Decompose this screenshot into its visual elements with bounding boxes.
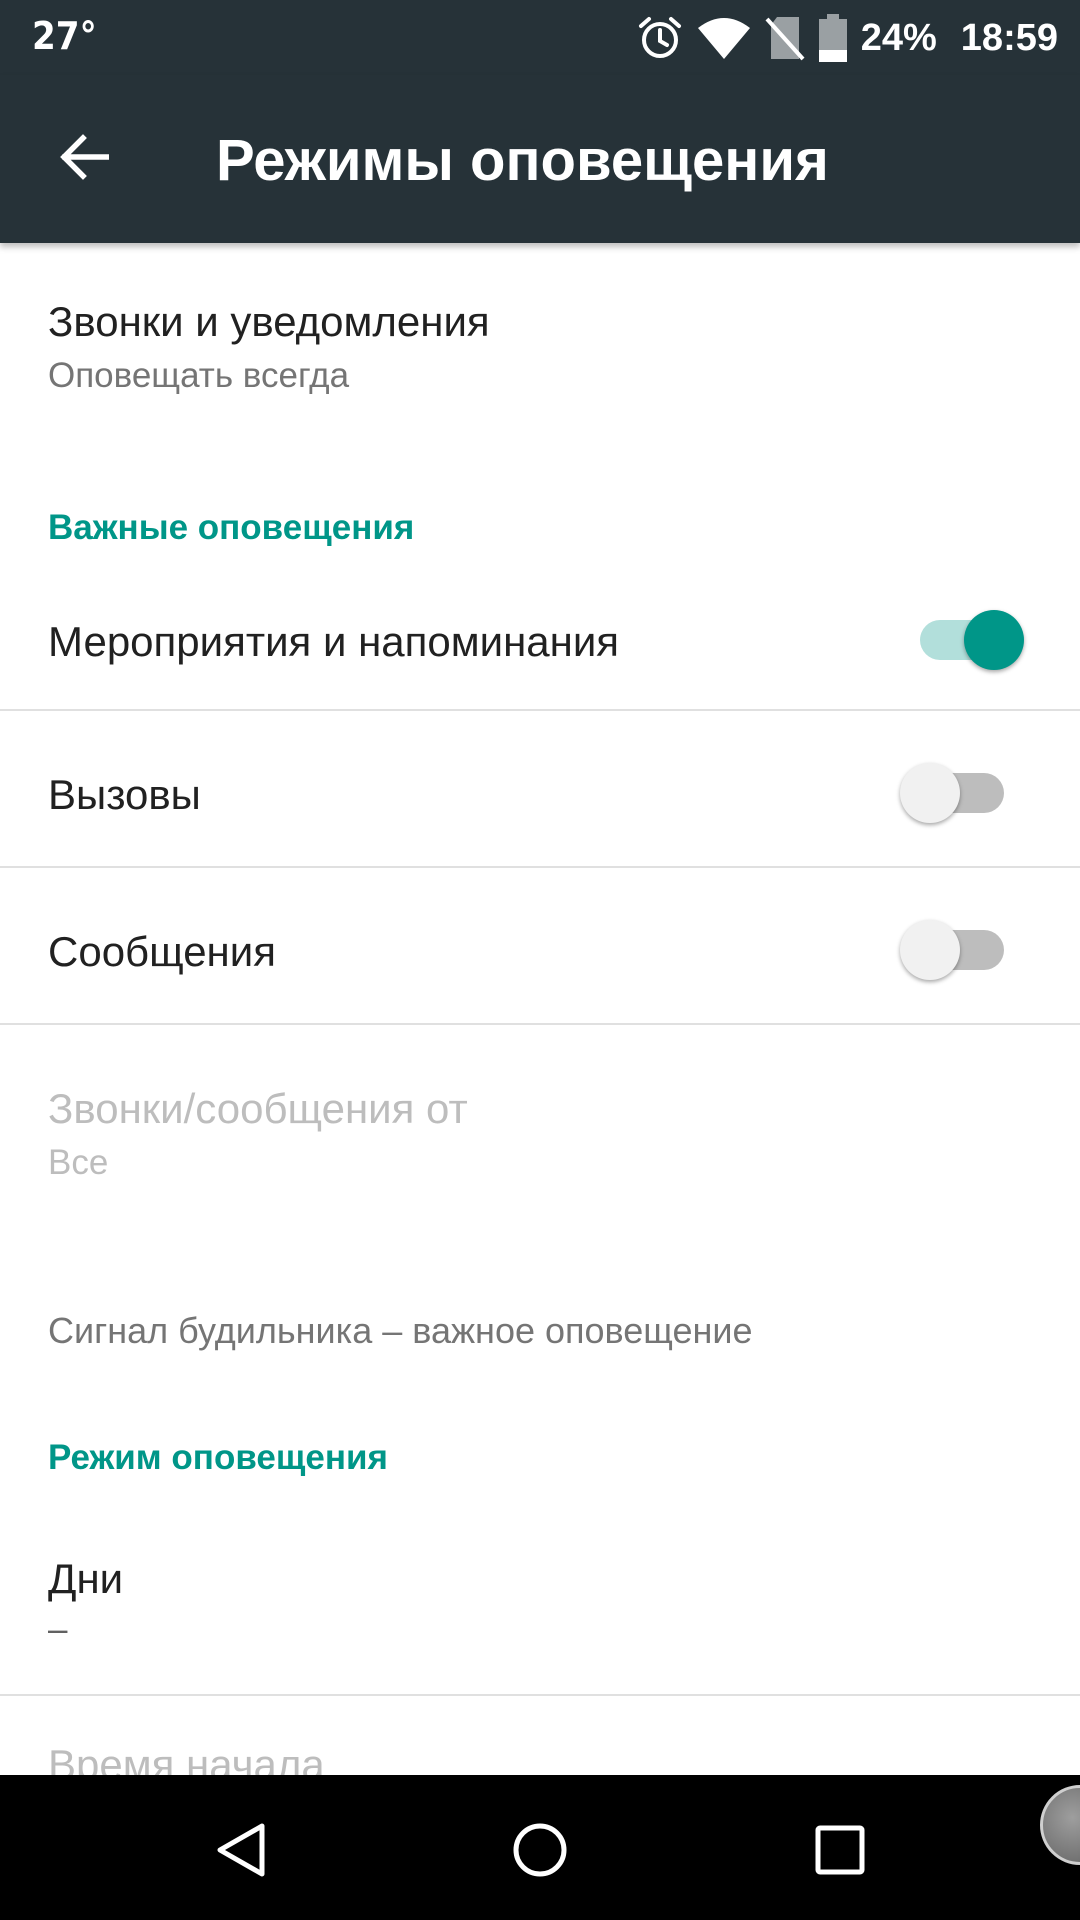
navigation-bar <box>0 1775 1080 1920</box>
days-item[interactable]: Дни – <box>0 1498 1080 1698</box>
arrow-left-icon <box>60 134 109 180</box>
status-icons: 24% 18:59 <box>637 8 1058 68</box>
clock: 18:59 <box>960 16 1058 59</box>
messages-switch[interactable] <box>900 918 1004 980</box>
start-time-title: Время начала <box>48 1741 325 1775</box>
battery-icon <box>818 14 847 62</box>
messages-item[interactable]: Сообщения <box>0 868 1080 1024</box>
nav-recents-button[interactable] <box>805 1815 875 1885</box>
calls-messages-from-item: Звонки/сообщения от Все <box>0 1025 1080 1215</box>
events-reminders-switch[interactable] <box>920 608 1024 670</box>
app-bar: Режимы оповещения <box>0 75 1080 243</box>
back-button[interactable] <box>52 125 116 189</box>
days-title: Дни <box>48 1555 124 1602</box>
messages-title: Сообщения <box>48 928 276 975</box>
events-reminders-title: Мероприятия и напоминания <box>48 618 620 665</box>
nav-home-button[interactable] <box>505 1815 575 1885</box>
calls-notifications-title: Звонки и уведомления <box>48 298 490 345</box>
recents-square-icon <box>815 1825 865 1875</box>
wifi-icon <box>697 16 751 60</box>
calls-title: Вызовы <box>48 771 201 818</box>
switch-thumb <box>900 763 960 823</box>
settings-list[interactable]: Звонки и уведомления Оповещать всегда Ва… <box>0 243 1080 1775</box>
battery-percent: 24% <box>860 16 937 59</box>
alarm-info-text: Сигнал будильника – важное оповещение <box>48 1310 753 1351</box>
calls-item[interactable]: Вызовы <box>0 711 1080 867</box>
switch-thumb <box>964 610 1024 670</box>
calls-notifications-item[interactable]: Звонки и уведомления Оповещать всегда <box>0 243 1080 433</box>
alarm-icon <box>637 15 683 61</box>
nav-back-button[interactable] <box>205 1815 275 1885</box>
days-summary: – <box>48 1610 68 1649</box>
calls-messages-from-title: Звонки/сообщения от <box>48 1085 468 1132</box>
status-bar: 27° 24% 18:59 <box>0 0 1080 75</box>
temperature-indicator: 27° <box>32 14 97 58</box>
no-sim-icon <box>765 15 805 61</box>
start-time-item: Время начала <box>0 1696 1080 1775</box>
home-circle-icon <box>513 1823 567 1877</box>
page-title: Режимы оповещения <box>216 128 829 193</box>
back-triangle-icon <box>217 1823 265 1877</box>
calls-notifications-summary: Оповещать всегда <box>48 356 350 395</box>
switch-thumb <box>900 920 960 980</box>
calls-switch[interactable] <box>900 761 1004 823</box>
calls-messages-from-summary: Все <box>48 1143 109 1182</box>
events-reminders-item[interactable]: Мероприятия и напоминания <box>0 568 1080 726</box>
mode-section-header: Режим оповещения <box>48 1438 388 1477</box>
important-section-header: Важные оповещения <box>48 508 415 547</box>
